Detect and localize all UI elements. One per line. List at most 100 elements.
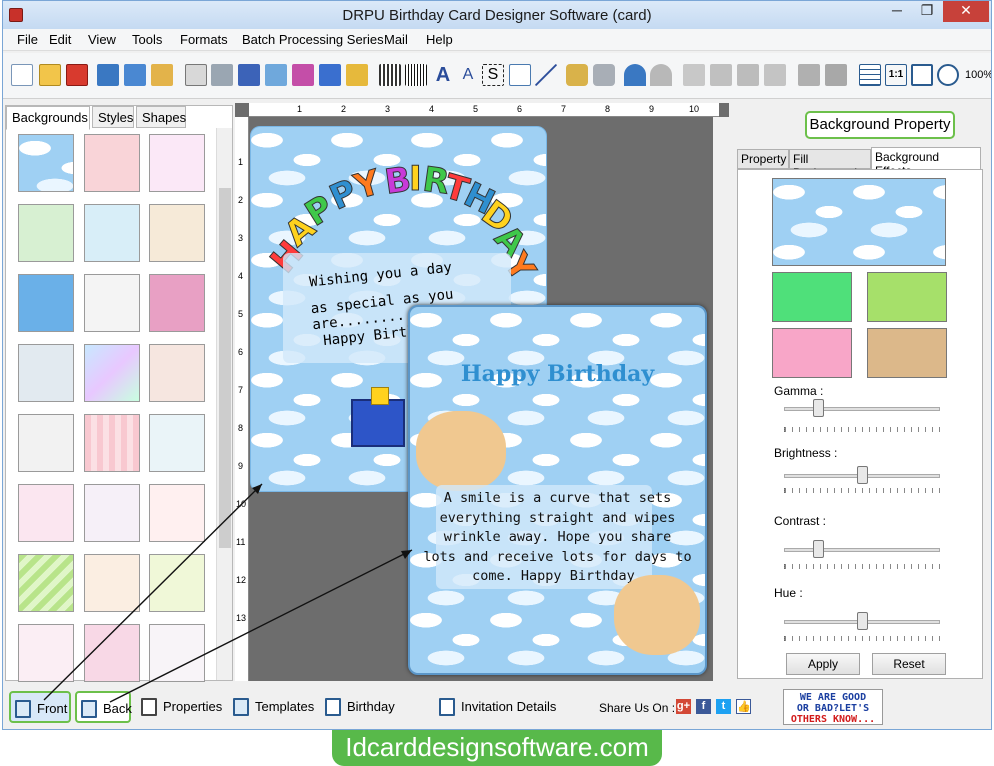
- background-thumb[interactable]: [18, 204, 74, 262]
- background-thumb[interactable]: [84, 274, 140, 332]
- actual-size-icon[interactable]: 1:1: [885, 64, 907, 86]
- background-thumb[interactable]: [149, 554, 205, 612]
- background-thumb[interactable]: [149, 134, 205, 192]
- background-thumb[interactable]: [149, 484, 205, 542]
- menu-file[interactable]: File: [17, 32, 38, 47]
- tab-background-effects[interactable]: Background Effects: [871, 147, 981, 178]
- copy-icon[interactable]: [710, 64, 732, 86]
- menu-tools[interactable]: Tools: [132, 32, 162, 47]
- database-icon[interactable]: [566, 64, 588, 86]
- teddy-bears-image[interactable]: [416, 411, 506, 491]
- background-thumb[interactable]: [18, 274, 74, 332]
- background-thumb[interactable]: [84, 484, 140, 542]
- facebook-icon[interactable]: f: [696, 699, 711, 714]
- effect-swatch-pink[interactable]: [772, 328, 852, 378]
- background-thumb[interactable]: [84, 414, 140, 472]
- birthday-details-button[interactable]: Birthday Details: [321, 691, 435, 723]
- paste-icon[interactable]: [737, 64, 759, 86]
- tab-fill-background[interactable]: Fill Background: [789, 149, 871, 180]
- open-icon[interactable]: [39, 64, 61, 86]
- wordart-icon[interactable]: A: [457, 64, 479, 86]
- gift-box-image[interactable]: [351, 387, 405, 447]
- cut-icon[interactable]: [683, 64, 705, 86]
- fit-icon[interactable]: [911, 64, 933, 86]
- export-icon[interactable]: [151, 64, 173, 86]
- canvas-scrollbar[interactable]: [713, 117, 729, 681]
- tab-styles[interactable]: Styles: [92, 106, 134, 128]
- back-card[interactable]: Happy Birthday A smile is a curve that s…: [408, 305, 707, 675]
- minimize-button[interactable]: ─: [883, 1, 911, 22]
- background-thumb[interactable]: [84, 204, 140, 262]
- effect-swatch-lime[interactable]: [867, 272, 947, 322]
- website-banner[interactable]: Idcarddesignsoftware.com: [332, 730, 662, 766]
- image-icon[interactable]: [265, 64, 287, 86]
- menu-edit[interactable]: Edit: [49, 32, 71, 47]
- contrast-slider[interactable]: [813, 540, 825, 558]
- front-button[interactable]: Front: [9, 691, 71, 723]
- background-thumb[interactable]: [84, 344, 140, 402]
- apply-button[interactable]: Apply: [786, 653, 860, 675]
- background-thumb[interactable]: [149, 344, 205, 402]
- barcode-2-icon[interactable]: [405, 64, 427, 86]
- gift-icon[interactable]: [292, 64, 314, 86]
- send-back-icon[interactable]: [825, 64, 847, 86]
- gamma-slider[interactable]: [813, 399, 825, 417]
- background-thumb[interactable]: [149, 204, 205, 262]
- menu-batch-processing[interactable]: Batch Processing Series: [242, 32, 384, 47]
- picture-icon[interactable]: [346, 64, 368, 86]
- background-thumb[interactable]: [149, 274, 205, 332]
- background-thumb[interactable]: [84, 624, 140, 682]
- signature-icon[interactable]: S: [482, 64, 504, 86]
- copy-card-icon[interactable]: [238, 64, 260, 86]
- like-icon[interactable]: 👍: [736, 699, 751, 714]
- line-icon[interactable]: [535, 64, 557, 86]
- close-button[interactable]: ✕: [943, 1, 989, 22]
- back-button[interactable]: Back: [75, 691, 132, 723]
- tab-backgrounds[interactable]: Backgrounds: [6, 106, 90, 130]
- tab-property[interactable]: Property: [737, 149, 789, 169]
- zoom-in-icon[interactable]: [937, 64, 959, 86]
- text-icon[interactable]: A: [432, 64, 454, 86]
- background-thumb[interactable]: [18, 414, 74, 472]
- background-thumb[interactable]: [84, 134, 140, 192]
- new-icon[interactable]: [11, 64, 33, 86]
- background-thumb[interactable]: [18, 344, 74, 402]
- twitter-icon[interactable]: t: [716, 699, 731, 714]
- brightness-slider[interactable]: [857, 466, 868, 484]
- google-plus-icon[interactable]: g+: [676, 699, 691, 714]
- reset-button[interactable]: Reset: [872, 653, 946, 675]
- hue-slider[interactable]: [857, 612, 868, 630]
- background-thumb[interactable]: [18, 134, 74, 192]
- tab-shapes[interactable]: Shapes: [136, 106, 186, 128]
- mail-icon[interactable]: [509, 64, 531, 86]
- menu-formats[interactable]: Formats: [180, 32, 228, 47]
- save-icon[interactable]: [97, 64, 119, 86]
- bring-front-icon[interactable]: [798, 64, 820, 86]
- templates-button[interactable]: Templates: [229, 691, 315, 723]
- zoom-level[interactable]: 100%: [965, 69, 991, 81]
- undo-icon[interactable]: [624, 64, 646, 86]
- delete-icon[interactable]: [764, 64, 786, 86]
- background-thumb[interactable]: [18, 484, 74, 542]
- background-thumb[interactable]: [149, 624, 205, 682]
- thumbnails-scrollbar[interactable]: [216, 128, 232, 680]
- maximize-button[interactable]: ❐: [913, 1, 941, 22]
- menu-help[interactable]: Help: [426, 32, 453, 47]
- background-property-button[interactable]: Background Property: [805, 111, 955, 139]
- background-thumb[interactable]: [84, 554, 140, 612]
- save-as-icon[interactable]: [124, 64, 146, 86]
- effect-swatch-tan[interactable]: [867, 328, 947, 378]
- properties-button[interactable]: Properties: [137, 691, 222, 723]
- pencil-icon[interactable]: [319, 64, 341, 86]
- print-icon[interactable]: [211, 64, 233, 86]
- menu-view[interactable]: View: [88, 32, 116, 47]
- barcode-icon[interactable]: [379, 64, 401, 86]
- database-2-icon[interactable]: [593, 64, 615, 86]
- close-doc-icon[interactable]: [66, 64, 88, 86]
- invitation-details-button[interactable]: Invitation Details: [435, 691, 557, 723]
- effect-swatch-green[interactable]: [772, 272, 852, 322]
- background-thumb[interactable]: [18, 624, 74, 682]
- print-preview-icon[interactable]: [185, 64, 207, 86]
- teddy-bears-image-2[interactable]: [614, 575, 700, 655]
- redo-icon[interactable]: [650, 64, 672, 86]
